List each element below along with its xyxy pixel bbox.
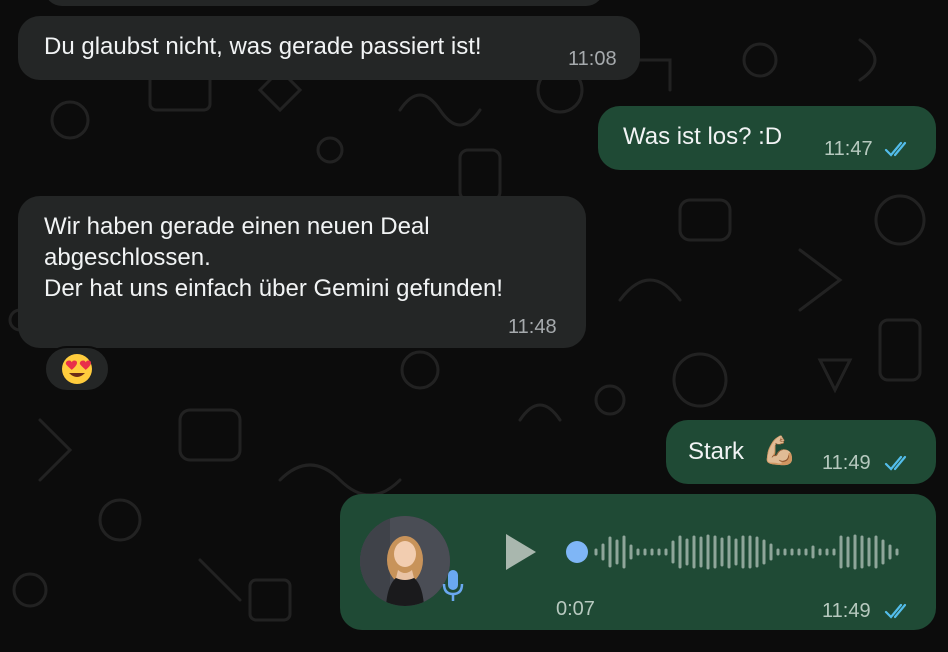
outgoing-message-bubble[interactable]: Was ist los? :D 11:47 <box>598 106 936 170</box>
message-line: Der hat uns einfach über Gemini gefunden… <box>44 275 503 302</box>
read-receipt-icon <box>884 141 907 157</box>
read-receipt-icon <box>884 603 907 619</box>
message-time: 11:49 <box>822 600 871 622</box>
message-text: Was ist los? :D <box>623 123 783 150</box>
message-time: 11:08 <box>568 48 617 70</box>
message-line: abgeschlossen. <box>44 244 211 271</box>
incoming-message-bubble[interactable]: Wir haben gerade einen neuen Deal abgesc… <box>18 196 586 348</box>
message-reaction[interactable] <box>44 346 110 392</box>
read-receipt-icon <box>884 455 907 471</box>
voice-duration: 0:07 <box>556 598 595 620</box>
voice-waveform[interactable] <box>592 527 912 577</box>
message-time: 11:48 <box>508 316 557 338</box>
message-text: Stark <box>688 438 745 465</box>
microphone-icon <box>442 570 464 601</box>
incoming-message-bubble[interactable]: Du glaubst nicht, was gerade passiert is… <box>18 16 640 80</box>
message-time: 11:49 <box>822 452 871 474</box>
play-icon[interactable] <box>502 532 538 572</box>
message-text: Du glaubst nicht, was gerade passiert is… <box>44 33 482 60</box>
playback-position-handle[interactable] <box>566 541 588 563</box>
message-line: Wir haben gerade einen neuen Deal <box>44 213 430 240</box>
heart-eyes-emoji-icon <box>62 354 92 384</box>
message-time: 11:47 <box>824 138 873 160</box>
outgoing-message-bubble[interactable]: Stark 💪🏼 11:49 <box>666 420 936 484</box>
previous-message-bubble-edge <box>44 0 604 6</box>
avatar[interactable] <box>360 516 450 606</box>
voice-message-bubble[interactable]: 0:07 11:49 <box>340 494 936 630</box>
flexed-biceps-emoji: 💪🏼 <box>762 434 797 467</box>
